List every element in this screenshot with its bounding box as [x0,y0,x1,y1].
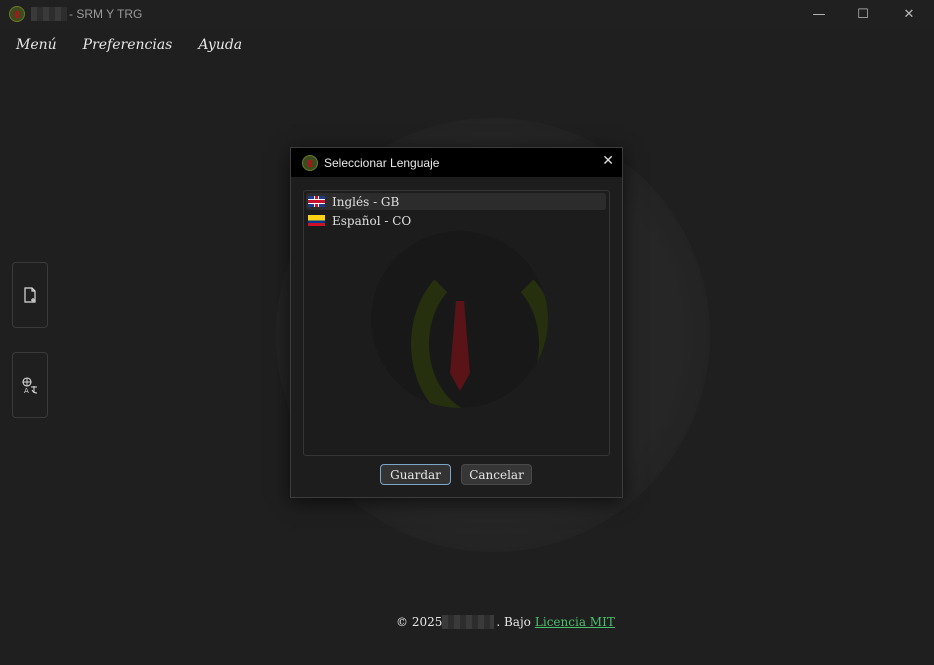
new-file-icon [24,287,36,303]
save-button[interactable]: Guardar [380,464,451,485]
translate-icon: A [22,377,38,394]
dialog-title: Seleccionar Lenguaje [324,155,440,170]
menu-item-help[interactable]: Ayuda [198,37,242,53]
dialog-title-bar: Seleccionar Lenguaje ✕ [291,148,622,177]
menu-item-menu[interactable]: Menú [16,37,57,53]
language-dialog: Seleccionar Lenguaje ✕ Inglés - GB Españ… [290,147,623,498]
minimize-button[interactable]: — [796,0,842,28]
app-logo-icon [9,6,25,22]
language-label: Inglés - GB [332,194,400,209]
cancel-button[interactable]: Cancelar [461,464,532,485]
language-list[interactable]: Inglés - GB Español - CO [303,190,610,456]
copyright-text: © 2025 [396,615,443,629]
snake-shape [411,256,548,408]
license-link[interactable]: Licencia MIT [535,615,615,629]
svg-text:A: A [24,387,29,394]
title-bar: - SRM Y TRG — ☐ ✕ [0,0,934,28]
maximize-button[interactable]: ☐ [840,0,886,28]
new-file-button[interactable] [12,262,48,328]
menu-item-preferences[interactable]: Preferencias [83,37,173,53]
redacted-name [31,7,67,21]
footer-under-text: . Bajo [496,615,531,629]
list-background-logo [371,231,548,408]
gb-flag-icon [308,196,325,207]
list-item[interactable]: Inglés - GB [306,193,606,210]
close-window-button[interactable]: ✕ [886,0,932,28]
redacted-author [442,615,495,629]
language-label: Español - CO [332,213,412,228]
list-item[interactable]: Español - CO [306,212,606,229]
footer: © 2025 . Bajo Licencia MIT [396,613,615,631]
language-button[interactable]: A [12,352,48,418]
menu-bar: Menú Preferencias Ayuda [0,28,934,62]
window-title: - SRM Y TRG [69,7,143,21]
co-flag-icon [308,215,325,226]
dialog-logo-icon [302,154,318,171]
dialog-close-button[interactable]: ✕ [602,153,614,169]
